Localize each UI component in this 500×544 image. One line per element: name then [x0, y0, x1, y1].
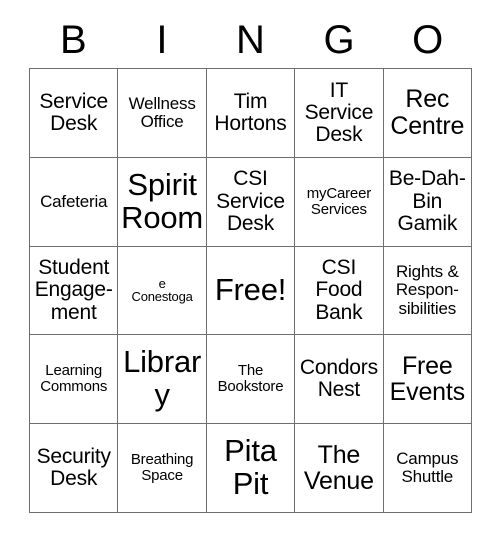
cell-it-service-desk[interactable]: IT Service Desk: [295, 69, 384, 158]
bingo-cell-label: CSI Food Bank: [315, 256, 363, 324]
cell-e-conestoga[interactable]: e Conestoga: [118, 246, 207, 336]
bingo-cell-label: Condors Nest: [299, 356, 378, 402]
cell-be-dah-bin-gamik[interactable]: Be-Dah- Bin Gamik: [383, 157, 472, 247]
bingo-cell-label: Student Engage- ment: [34, 256, 113, 324]
cell-free-space[interactable]: Free!: [206, 246, 296, 336]
bingo-card: B I N G O Service Desk Wellness Office Tim…: [0, 0, 500, 544]
cell-csi-food-bank[interactable]: CSI Food Bank: [295, 246, 384, 336]
cell-pita-pit[interactable]: Pita Pit: [206, 424, 296, 513]
cell-rights-responsibilities[interactable]: Rights & Respon- sibilities: [383, 246, 472, 336]
bingo-cell-label: Wellness Office: [128, 93, 196, 131]
cell-tim-hortons[interactable]: Tim Hortons: [206, 69, 296, 158]
bingo-cell-label: Rec Centre: [390, 85, 465, 140]
cell-learning-commons[interactable]: Learning Commons: [30, 335, 119, 425]
cell-spirit-room[interactable]: Spirit Room: [118, 157, 207, 247]
cell-wellness-office[interactable]: Wellness Office: [118, 69, 207, 158]
header-letter-b: B: [59, 18, 87, 62]
cell-free-events[interactable]: Free Events: [383, 335, 472, 425]
bingo-cell-label: The Venue: [303, 440, 374, 496]
cell-the-venue[interactable]: The Venue: [295, 424, 384, 513]
cell-the-bookstore[interactable]: The Bookstore: [206, 335, 296, 425]
bingo-cell-label: Spirit Room: [121, 166, 204, 235]
cell-student-engagement[interactable]: Student Engage- ment: [30, 246, 119, 336]
cell-breathing-space[interactable]: Breathing Space: [118, 424, 207, 513]
bingo-cell-label: IT Service Desk: [304, 78, 374, 147]
bingo-header-row: B I N G O: [29, 16, 472, 64]
header-letter-i: I: [156, 18, 168, 62]
bingo-cell-label: myCareer Services: [306, 184, 372, 218]
bingo-cell-label: Service Desk: [39, 89, 108, 135]
bingo-cell-label: Campus Shuttle: [396, 449, 459, 487]
bingo-cell-label: Breathing Space: [130, 451, 194, 485]
bingo-cell-label: Free!: [214, 272, 287, 308]
bingo-cell-label: Learning Commons: [40, 362, 108, 396]
bingo-cell-label: Be-Dah- Bin Gamik: [388, 167, 466, 235]
cell-condors-nest[interactable]: Condors Nest: [295, 335, 384, 425]
bingo-cell-label: Library: [123, 344, 202, 413]
cell-campus-shuttle[interactable]: Campus Shuttle: [383, 424, 472, 513]
bingo-cell-label: Cafeteria: [40, 191, 108, 211]
cell-rec-centre[interactable]: Rec Centre: [383, 69, 472, 158]
bingo-cell-label: CSI Service Desk: [216, 167, 285, 235]
cell-csi-service-desk[interactable]: CSI Service Desk: [206, 157, 296, 247]
cell-security-desk[interactable]: Security Desk: [30, 424, 119, 513]
bingo-cell-label: Pita Pit: [224, 433, 277, 502]
cell-mycareer-services[interactable]: myCareer Services: [295, 157, 384, 247]
cell-cafeteria[interactable]: Cafeteria: [30, 157, 119, 247]
bingo-cell-label: The Bookstore: [217, 362, 284, 396]
header-letter-o: O: [412, 18, 444, 62]
header-letter-g: G: [323, 18, 355, 62]
bingo-cell-label: Free Events: [389, 351, 465, 407]
cell-service-desk[interactable]: Service Desk: [30, 69, 119, 158]
bingo-cell-label: Rights & Respon- sibilities: [395, 262, 459, 318]
bingo-cell-label: Tim Hortons: [214, 89, 287, 135]
bingo-grid: Service Desk Wellness Office Tim Hortons IT…: [29, 68, 472, 513]
bingo-cell-label: e Conestoga: [131, 275, 193, 305]
header-letter-n: N: [236, 18, 265, 62]
bingo-cell-label: Security Desk: [36, 444, 111, 491]
cell-library[interactable]: Library: [118, 335, 207, 425]
